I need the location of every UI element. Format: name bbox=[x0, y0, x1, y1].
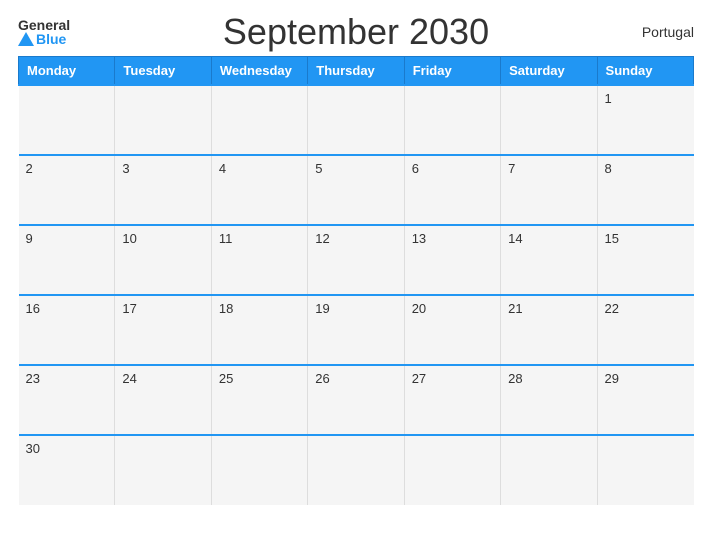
day-number: 28 bbox=[508, 371, 522, 386]
week-row-0: 1 bbox=[19, 85, 694, 155]
logo-triangle-icon bbox=[18, 32, 34, 46]
day-cell bbox=[115, 435, 211, 505]
day-cell: 15 bbox=[597, 225, 693, 295]
calendar-title: September 2030 bbox=[223, 11, 489, 53]
col-sunday: Sunday bbox=[597, 57, 693, 86]
day-number: 26 bbox=[315, 371, 329, 386]
day-number: 16 bbox=[26, 301, 40, 316]
day-number: 25 bbox=[219, 371, 233, 386]
day-cell: 7 bbox=[501, 155, 597, 225]
day-number: 24 bbox=[122, 371, 136, 386]
day-cell: 20 bbox=[404, 295, 500, 365]
day-number: 5 bbox=[315, 161, 322, 176]
day-cell: 17 bbox=[115, 295, 211, 365]
day-cell: 29 bbox=[597, 365, 693, 435]
day-number: 18 bbox=[219, 301, 233, 316]
header: General Blue September 2030 Portugal bbox=[18, 18, 694, 46]
day-cell: 12 bbox=[308, 225, 404, 295]
col-tuesday: Tuesday bbox=[115, 57, 211, 86]
day-cell: 13 bbox=[404, 225, 500, 295]
logo: General Blue bbox=[18, 18, 70, 46]
day-cell: 4 bbox=[211, 155, 307, 225]
day-number: 15 bbox=[605, 231, 619, 246]
day-number: 7 bbox=[508, 161, 515, 176]
day-number: 9 bbox=[26, 231, 33, 246]
col-thursday: Thursday bbox=[308, 57, 404, 86]
country-label: Portugal bbox=[642, 24, 694, 40]
week-row-3: 16 17 18 19 20 21 22 bbox=[19, 295, 694, 365]
logo-general-text: General bbox=[18, 18, 70, 32]
day-number: 19 bbox=[315, 301, 329, 316]
week-row-2: 9 10 11 12 13 14 15 bbox=[19, 225, 694, 295]
day-number: 14 bbox=[508, 231, 522, 246]
day-cell: 23 bbox=[19, 365, 115, 435]
day-number: 23 bbox=[26, 371, 40, 386]
day-number: 22 bbox=[605, 301, 619, 316]
logo-blue-row: Blue bbox=[18, 32, 66, 46]
day-cell: 24 bbox=[115, 365, 211, 435]
day-cell: 26 bbox=[308, 365, 404, 435]
day-number: 6 bbox=[412, 161, 419, 176]
day-number: 1 bbox=[605, 91, 612, 106]
day-cell: 14 bbox=[501, 225, 597, 295]
day-cell bbox=[501, 85, 597, 155]
day-number: 3 bbox=[122, 161, 129, 176]
day-cell: 2 bbox=[19, 155, 115, 225]
day-cell: 11 bbox=[211, 225, 307, 295]
col-saturday: Saturday bbox=[501, 57, 597, 86]
day-number: 13 bbox=[412, 231, 426, 246]
day-cell bbox=[597, 435, 693, 505]
day-number: 29 bbox=[605, 371, 619, 386]
day-number: 30 bbox=[26, 441, 40, 456]
day-cell: 18 bbox=[211, 295, 307, 365]
logo-blue-text: Blue bbox=[36, 32, 66, 46]
day-cell: 19 bbox=[308, 295, 404, 365]
day-cell: 25 bbox=[211, 365, 307, 435]
day-cell: 9 bbox=[19, 225, 115, 295]
day-number: 2 bbox=[26, 161, 33, 176]
day-cell bbox=[211, 85, 307, 155]
day-cell bbox=[308, 435, 404, 505]
day-cell: 27 bbox=[404, 365, 500, 435]
day-cell bbox=[19, 85, 115, 155]
week-row-4: 23 24 25 26 27 28 29 bbox=[19, 365, 694, 435]
day-number: 20 bbox=[412, 301, 426, 316]
col-monday: Monday bbox=[19, 57, 115, 86]
day-cell: 16 bbox=[19, 295, 115, 365]
day-cell bbox=[404, 85, 500, 155]
day-cell: 5 bbox=[308, 155, 404, 225]
day-number: 10 bbox=[122, 231, 136, 246]
day-cell bbox=[501, 435, 597, 505]
day-cell: 8 bbox=[597, 155, 693, 225]
calendar-table: Monday Tuesday Wednesday Thursday Friday… bbox=[18, 56, 694, 505]
day-cell: 21 bbox=[501, 295, 597, 365]
day-number: 27 bbox=[412, 371, 426, 386]
weekday-header-row: Monday Tuesday Wednesday Thursday Friday… bbox=[19, 57, 694, 86]
day-cell bbox=[308, 85, 404, 155]
day-number: 12 bbox=[315, 231, 329, 246]
day-cell: 10 bbox=[115, 225, 211, 295]
calendar-body: 1234567891011121314151617181920212223242… bbox=[19, 85, 694, 505]
col-wednesday: Wednesday bbox=[211, 57, 307, 86]
day-number: 21 bbox=[508, 301, 522, 316]
day-number: 8 bbox=[605, 161, 612, 176]
calendar-wrapper: General Blue September 2030 Portugal Mon… bbox=[0, 0, 712, 550]
day-cell: 6 bbox=[404, 155, 500, 225]
day-cell: 30 bbox=[19, 435, 115, 505]
day-cell bbox=[404, 435, 500, 505]
day-number: 17 bbox=[122, 301, 136, 316]
day-number: 11 bbox=[219, 231, 233, 246]
calendar-header: Monday Tuesday Wednesday Thursday Friday… bbox=[19, 57, 694, 86]
day-cell: 1 bbox=[597, 85, 693, 155]
col-friday: Friday bbox=[404, 57, 500, 86]
day-cell bbox=[115, 85, 211, 155]
day-cell bbox=[211, 435, 307, 505]
day-cell: 22 bbox=[597, 295, 693, 365]
day-cell: 3 bbox=[115, 155, 211, 225]
week-row-5: 30 bbox=[19, 435, 694, 505]
week-row-1: 2 3 4 5 6 7 8 bbox=[19, 155, 694, 225]
day-number: 4 bbox=[219, 161, 226, 176]
day-cell: 28 bbox=[501, 365, 597, 435]
